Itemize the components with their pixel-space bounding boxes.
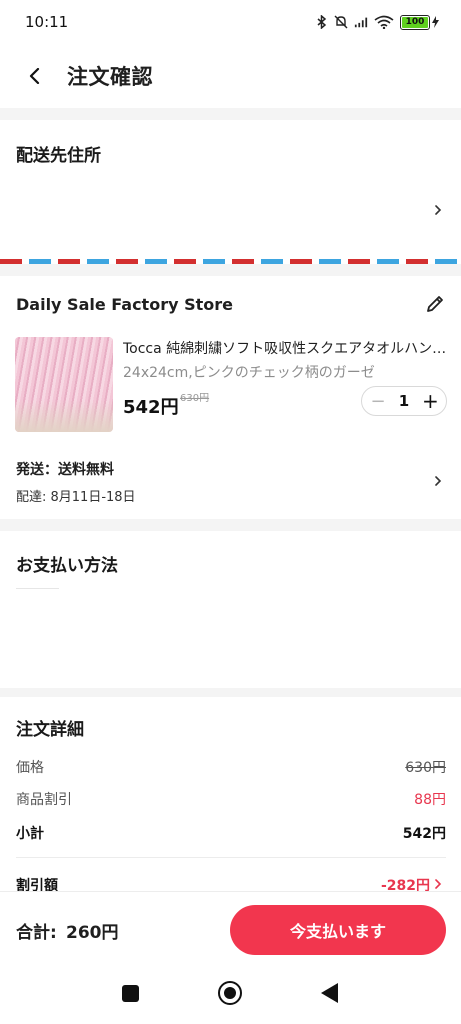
address-section[interactable]: 配送先住所 (0, 120, 461, 263)
discount-row: 商品割引 88円 (16, 789, 446, 809)
battery-indicator: 100 (400, 13, 439, 32)
total-value: 260円 (66, 923, 119, 943)
row-label: 価格 (16, 760, 44, 776)
details-divider (16, 857, 446, 858)
row-value: 630円 (405, 760, 446, 776)
product-image[interactable] (15, 337, 113, 432)
increase-button[interactable]: + (422, 389, 439, 413)
subtotal-row: 小計 542円 (16, 823, 446, 843)
page-title: 注文確認 (67, 65, 153, 89)
checkout-footer: 合計: 260円 今支払います (0, 891, 461, 961)
status-bar: 10:11 100 (0, 0, 461, 44)
delivery-date: 配達: 8月11日-18日 (16, 490, 136, 505)
payment-divider (16, 588, 59, 589)
row-value: 542円 (402, 826, 446, 842)
edit-icon[interactable] (423, 292, 447, 316)
payment-section[interactable]: お支払い方法 (0, 531, 461, 688)
row-label: 商品割引 (16, 792, 72, 808)
home-icon[interactable] (218, 981, 242, 1005)
total-label: 合計: (16, 923, 57, 943)
payment-title: お支払い方法 (16, 556, 118, 576)
charging-icon (432, 13, 439, 32)
store-section: Daily Sale Factory Store Tocca 純綿刺繍ソフト吸収… (0, 276, 461, 519)
shipping-label[interactable]: 発送：送料無料 (16, 459, 114, 479)
product-old-price: 630円 (180, 393, 210, 404)
chevron-right-icon[interactable] (433, 476, 443, 486)
row-value: 88円 (414, 792, 446, 808)
back-arrow-icon (29, 68, 40, 84)
bluetooth-icon (314, 15, 328, 29)
system-nav-bar (0, 961, 461, 1024)
product-price: 542円 (123, 397, 179, 418)
status-time: 10:11 (25, 13, 69, 31)
coupon-discount-row[interactable]: 割引額 -282円 (16, 875, 446, 891)
product-name[interactable]: Tocca 純綿刺繍ソフト吸収性スクエアタオルハンカチ (123, 338, 447, 358)
price-row: 価格 630円 (16, 757, 446, 777)
system-back-icon[interactable] (321, 983, 338, 1003)
app-header: 注文確認 (0, 44, 461, 108)
store-name: Daily Sale Factory Store (16, 295, 233, 314)
signal-icon (354, 15, 368, 29)
row-label: 小計 (16, 826, 44, 842)
order-details-title: 注文詳細 (16, 720, 84, 740)
pay-now-button[interactable]: 今支払います (230, 905, 446, 955)
recents-icon[interactable] (122, 985, 139, 1002)
row-label: 割引額 (16, 878, 58, 891)
address-title: 配送先住所 (16, 146, 101, 166)
mute-icon (334, 15, 348, 29)
wifi-icon (374, 15, 394, 29)
chevron-right-icon (435, 205, 442, 215)
status-icons: 100 (314, 13, 439, 32)
product-variant: 24x24cm,ピンクのチェック柄のガーゼ (123, 365, 375, 381)
chevron-right-icon[interactable] (433, 879, 443, 889)
battery-level: 100 (402, 16, 428, 28)
order-details-section: 注文詳細 価格 630円 商品割引 88円 小計 542円 割引額 -282円 (0, 697, 461, 891)
quantity-value: 1 (398, 392, 410, 410)
quantity-stepper: − 1 + (361, 386, 447, 416)
airmail-border (0, 259, 461, 264)
back-button[interactable] (12, 53, 58, 99)
decrease-button[interactable]: − (370, 391, 386, 412)
